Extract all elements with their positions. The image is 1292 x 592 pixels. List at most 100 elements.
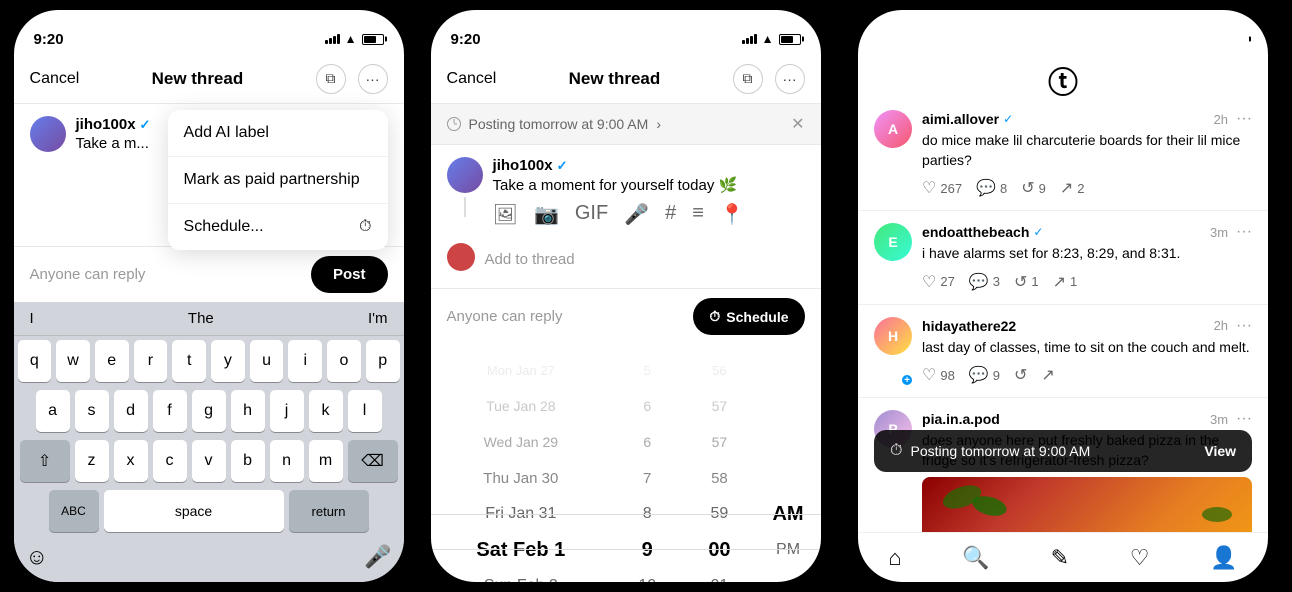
hour-column[interactable]: 5 6 6 7 8 9 10 11 12 1: [611, 344, 683, 582]
key-t[interactable]: t: [172, 340, 206, 382]
dropdown-item-partnership[interactable]: Mark as paid partnership: [168, 157, 388, 204]
close-banner-button[interactable]: ✕: [791, 114, 804, 134]
camera-icon[interactable]: 📷: [534, 202, 559, 227]
key-u[interactable]: u: [250, 340, 284, 382]
share-action-1[interactable]: ↗ 2: [1060, 178, 1085, 198]
feed-more-4[interactable]: ···: [1236, 410, 1252, 428]
minute-column[interactable]: 56 57 57 58 59 00 01 02 03 04: [683, 344, 755, 582]
key-backspace[interactable]: ⌫: [348, 440, 398, 482]
location-icon[interactable]: 📍: [720, 202, 745, 227]
post-button[interactable]: Post: [311, 256, 388, 293]
nav-profile-icon[interactable]: 👤: [1210, 545, 1237, 571]
plus-badge: +: [900, 373, 914, 387]
keyboard-row-1: q w e r t y u i o p: [14, 336, 404, 386]
copy-icon-1[interactable]: ⧉: [316, 64, 346, 94]
key-return[interactable]: return: [289, 490, 369, 532]
suggestion-2[interactable]: The: [188, 310, 214, 327]
status-bar-3: 9:20 ▲: [858, 10, 1268, 54]
more-icon-2[interactable]: ···: [775, 64, 805, 94]
key-k[interactable]: k: [309, 390, 343, 432]
nav-search-icon[interactable]: 🔍: [962, 545, 989, 571]
feed-more-1[interactable]: ···: [1236, 110, 1252, 128]
more-icon-1[interactable]: ···: [358, 64, 388, 94]
date-item-6: Sun Feb 2: [431, 568, 612, 582]
repost-action-2[interactable]: ↺ 1: [1014, 272, 1039, 292]
feed-post-header-4: pia.in.a.pod 3m ···: [922, 410, 1252, 428]
key-y[interactable]: y: [211, 340, 245, 382]
add-thread-text[interactable]: Add to thread: [485, 243, 591, 276]
key-w[interactable]: w: [56, 340, 90, 382]
suggestion-1[interactable]: I: [30, 310, 34, 327]
like-action-2[interactable]: ♡ 27: [922, 272, 955, 292]
emoji-button[interactable]: ☺: [18, 540, 56, 574]
key-space[interactable]: space: [104, 490, 284, 532]
comment-action-3[interactable]: 💬 9: [969, 365, 1000, 385]
key-e[interactable]: e: [95, 340, 129, 382]
key-shift[interactable]: ⇧: [20, 440, 70, 482]
key-v[interactable]: v: [192, 440, 226, 482]
key-a[interactable]: a: [36, 390, 70, 432]
heart-icon-3: ♡: [922, 365, 936, 385]
phone-3-wrapper: 9:20 ▲ ⓣ A: [834, 0, 1292, 592]
key-i[interactable]: i: [288, 340, 322, 382]
feed-post-body-1: aimi.allover ✓ 2h ··· do mice make lil c…: [922, 110, 1252, 198]
feed-more-2[interactable]: ···: [1236, 223, 1252, 241]
signal-bar-3-2: [1193, 38, 1196, 44]
key-q[interactable]: q: [18, 340, 52, 382]
feed-username-1: aimi.allover: [922, 111, 999, 127]
key-z[interactable]: z: [75, 440, 109, 482]
key-x[interactable]: x: [114, 440, 148, 482]
key-n[interactable]: n: [270, 440, 304, 482]
nav-compose-icon[interactable]: ✎: [1051, 545, 1069, 571]
key-g[interactable]: g: [192, 390, 226, 432]
key-s[interactable]: s: [75, 390, 109, 432]
keyboard-suggestions: I The I'm: [14, 302, 404, 336]
repost-action-3[interactable]: ↺: [1014, 365, 1027, 385]
feed-more-3[interactable]: ···: [1236, 317, 1252, 335]
key-o[interactable]: o: [327, 340, 361, 382]
schedule-button[interactable]: ⏱ Schedule: [693, 298, 804, 335]
key-r[interactable]: r: [134, 340, 168, 382]
thread-title-1: New thread: [152, 69, 244, 89]
like-action-3[interactable]: ♡ 98: [922, 365, 955, 385]
cancel-button-1[interactable]: Cancel: [30, 70, 80, 88]
key-p[interactable]: p: [366, 340, 400, 382]
key-c[interactable]: c: [153, 440, 187, 482]
suggestion-3[interactable]: I'm: [368, 310, 388, 327]
key-l[interactable]: l: [348, 390, 382, 432]
comment-count-1: 8: [1000, 181, 1007, 196]
key-abc[interactable]: ABC: [49, 490, 99, 532]
feed-header: ⓣ: [858, 54, 1268, 98]
key-f[interactable]: f: [153, 390, 187, 432]
comment-action-1[interactable]: 💬 8: [976, 178, 1007, 198]
nav-home-icon[interactable]: ⌂: [888, 545, 901, 571]
date-column[interactable]: Mon Jan 27 Tue Jan 28 Wed Jan 29 Thu Jan…: [431, 344, 612, 582]
format-icon[interactable]: ≡: [692, 202, 704, 227]
toast-text: Posting tomorrow at 9:00 AM: [911, 443, 1091, 459]
schedule-banner[interactable]: Posting tomorrow at 9:00 AM › ✕: [431, 104, 821, 145]
key-b[interactable]: b: [231, 440, 265, 482]
copy-icon-2[interactable]: ⧉: [733, 64, 763, 94]
key-d[interactable]: d: [114, 390, 148, 432]
like-action-1[interactable]: ♡ 267: [922, 178, 962, 198]
mic-button[interactable]: 🎤: [356, 540, 399, 574]
hashtag-icon[interactable]: #: [665, 202, 676, 227]
gif-icon[interactable]: GIF: [575, 202, 608, 227]
min-item-0: 56: [683, 352, 755, 388]
key-j[interactable]: j: [270, 390, 304, 432]
key-h[interactable]: h: [231, 390, 265, 432]
nav-heart-icon[interactable]: ♡: [1130, 545, 1150, 571]
comment-action-2[interactable]: 💬 3: [969, 272, 1000, 292]
image-icon[interactable]: 🖼: [493, 202, 518, 227]
dropdown-item-schedule[interactable]: Schedule... ⏱: [168, 204, 388, 250]
ampm-column[interactable]: AM PM: [756, 344, 821, 582]
cancel-button-2[interactable]: Cancel: [447, 70, 497, 88]
share-action-3[interactable]: ↗: [1041, 365, 1054, 385]
key-m[interactable]: m: [309, 440, 343, 482]
mic-icon-toolbar[interactable]: 🎤: [624, 202, 649, 227]
repost-action-1[interactable]: ↺ 9: [1021, 178, 1046, 198]
dropdown-item-ai[interactable]: Add AI label: [168, 110, 388, 157]
avatar-img-2: [447, 157, 483, 193]
share-action-2[interactable]: ↗ 1: [1053, 272, 1078, 292]
toast-view-button[interactable]: View: [1204, 443, 1236, 459]
